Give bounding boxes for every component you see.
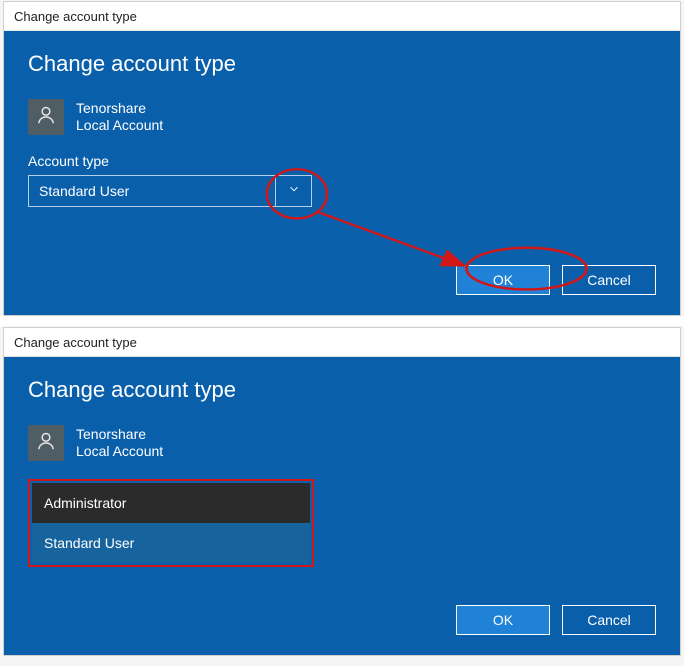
account-name: Tenorshare	[76, 426, 163, 444]
account-name: Tenorshare	[76, 100, 163, 118]
user-icon	[35, 104, 57, 131]
select-value: Standard User	[29, 176, 275, 206]
page-heading: Change account type	[28, 377, 656, 403]
account-text: Tenorshare Local Account	[76, 426, 163, 461]
cancel-button[interactable]: Cancel	[562, 605, 656, 635]
account-type-select[interactable]: Standard User	[28, 175, 312, 207]
cancel-button-label: Cancel	[587, 612, 631, 628]
account-sub: Local Account	[76, 117, 163, 135]
account-text: Tenorshare Local Account	[76, 100, 163, 135]
account-sub: Local Account	[76, 443, 163, 461]
option-label: Standard User	[44, 535, 134, 551]
window-title: Change account type	[4, 2, 680, 31]
window-title: Change account type	[4, 328, 680, 357]
ok-button[interactable]: OK	[456, 605, 550, 635]
cancel-button-label: Cancel	[587, 272, 631, 288]
content-pane: Change account type Tenorshare Local Acc…	[4, 357, 680, 655]
window-change-account-type-dropdown: Change account type Change account type …	[3, 327, 681, 656]
account-row: Tenorshare Local Account	[28, 425, 656, 461]
ok-button-label: OK	[493, 612, 513, 628]
user-avatar	[28, 99, 64, 135]
option-label: Administrator	[44, 495, 126, 511]
annotation-arrow	[317, 212, 462, 265]
option-administrator[interactable]: Administrator	[32, 483, 310, 523]
ok-button-label: OK	[493, 272, 513, 288]
account-type-options-annotated: Administrator Standard User	[28, 479, 314, 567]
cancel-button[interactable]: Cancel	[562, 265, 656, 295]
chevron-down-icon	[287, 182, 301, 201]
page-heading: Change account type	[28, 51, 656, 77]
button-row: OK Cancel	[28, 265, 656, 295]
field-label-account-type: Account type	[28, 153, 656, 169]
option-standard-user[interactable]: Standard User	[32, 523, 310, 563]
user-avatar	[28, 425, 64, 461]
account-row: Tenorshare Local Account	[28, 99, 656, 135]
button-row: OK Cancel	[28, 605, 656, 635]
ok-button[interactable]: OK	[456, 265, 550, 295]
content-pane: Change account type Tenorshare Local Acc…	[4, 31, 680, 315]
windows-divider	[0, 316, 684, 326]
window-change-account-type: Change account type Change account type …	[3, 1, 681, 316]
user-icon	[35, 430, 57, 457]
select-caret[interactable]	[275, 176, 311, 206]
